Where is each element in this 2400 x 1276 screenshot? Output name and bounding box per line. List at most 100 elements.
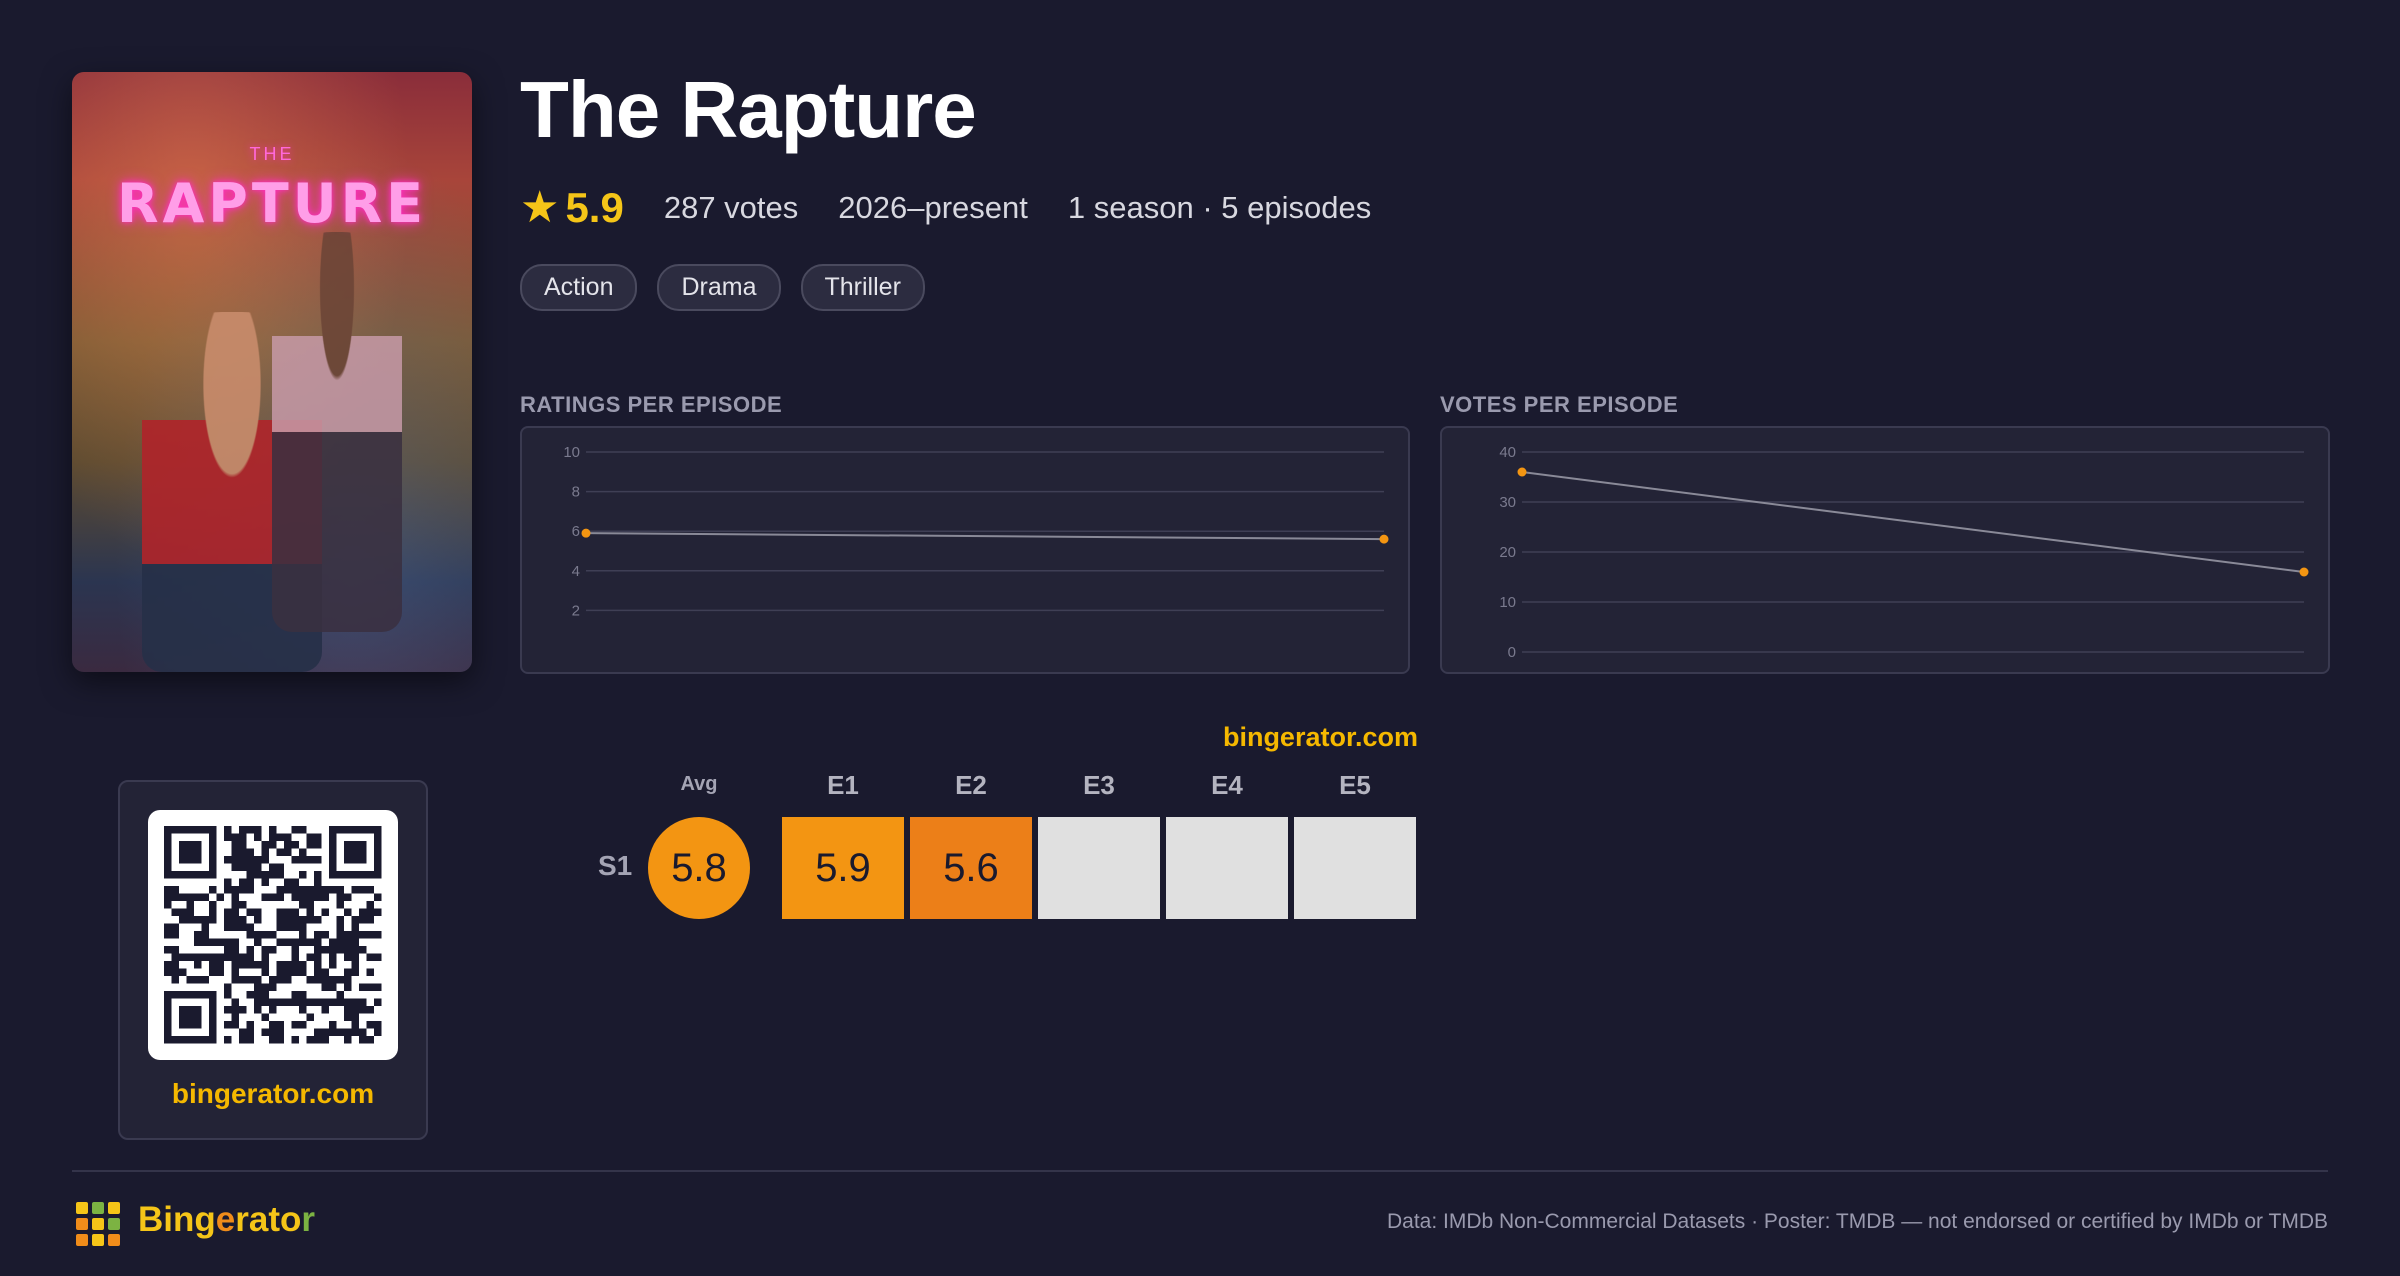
qr-module [321,976,329,984]
logo-square [76,1234,88,1246]
qr-module [231,893,239,901]
vote-count: 287 votes [663,189,799,225]
qr-module [209,968,217,976]
brand-name-part: Bing [138,1200,216,1239]
qr-module [306,901,314,909]
qr-module [306,893,314,901]
qr-module [321,886,329,894]
episode-cell-e4[interactable] [1166,817,1288,919]
qr-module [231,976,239,984]
qr-module [314,886,322,894]
qr-module [284,976,292,984]
qr-module [179,893,187,901]
qr-module [269,998,277,1006]
qr-module [314,1028,322,1036]
qr-module [366,908,374,916]
episode-cell-e2[interactable]: 5.6 [910,817,1032,919]
qr-module [231,886,239,894]
qr-module [284,878,292,886]
qr-module [231,841,239,849]
qr-module [314,961,322,969]
episode-cell-e1[interactable]: 5.9 [782,817,904,919]
brand-name-part: rato [235,1200,302,1239]
heatmap-site-label[interactable]: bingerator.com [1160,722,1418,753]
ratings-chart-svg: 2 4 6 8 10 [563,444,1389,619]
qr-module [254,916,262,924]
qr-caption[interactable]: bingerator.com [120,1078,426,1110]
qr-module [351,1013,359,1021]
qr-module [336,901,344,909]
episode-header-e4: E4 [1211,770,1243,800]
qr-module [314,856,322,864]
qr-module [261,841,269,849]
qr-module [201,976,209,984]
ratings-chart-tick-label: 2 [572,602,580,619]
qr-module [224,953,232,961]
qr-module [321,946,329,954]
qr-module [291,826,299,834]
qr-module [269,946,277,954]
qr-module [374,998,382,1006]
qr-module [261,991,269,999]
logo-square [108,1202,120,1214]
qr-module [329,998,337,1006]
qr-module [351,938,359,946]
qr-module [179,908,187,916]
qr-module [164,931,172,939]
genre-tag-drama[interactable]: Drama [657,264,781,311]
qr-module [351,1028,359,1036]
qr-module [276,908,284,916]
qr-module [351,961,359,969]
episode-cell-e3[interactable] [1038,817,1160,919]
qr-module [299,991,307,999]
qr-module [254,983,262,991]
votes-chart-point-e1[interactable] [1517,467,1527,477]
qr-module [194,953,202,961]
votes-chart-tick-label: 0 [1508,644,1516,661]
qr-module [246,953,254,961]
qr-module [254,991,262,999]
qr-module [231,863,239,871]
bingerator-logo-icon[interactable] [76,1202,120,1246]
qr-module [291,893,299,901]
genre-tag-action[interactable]: Action [520,264,638,311]
qr-module [269,983,277,991]
qr-module [314,998,322,1006]
genre-tag-thriller[interactable]: Thriller [800,264,925,311]
episode-cell-e5[interactable] [1294,817,1416,919]
ratings-chart-point-e1[interactable] [581,528,591,538]
show-title: The Rapture [520,65,977,154]
logo-square [92,1234,104,1246]
qr-module [314,938,322,946]
qr-module [246,856,254,864]
qr-module [246,1036,254,1044]
votes-chart-point-e2[interactable] [2299,567,2309,577]
qr-module [231,901,239,909]
qr-module [246,878,254,886]
qr-module [359,1028,367,1036]
qr-module [224,1021,232,1029]
qr-module [216,938,224,946]
votes-chart-svg: 0 10 20 30 40 [1499,444,2309,661]
qr-module [314,833,322,841]
qr-module [254,856,262,864]
qr-module [224,856,232,864]
ratings-chart-point-e2[interactable] [1379,534,1389,544]
qr-module [276,871,284,879]
qr-module [194,931,202,939]
qr-module [246,923,254,931]
qr-code[interactable] [148,810,398,1060]
qr-module [291,946,299,954]
qr-module [254,908,262,916]
qr-module [171,968,179,976]
qr-module [329,983,337,991]
qr-module [209,901,217,909]
qr-module [329,976,337,984]
qr-module [224,991,232,999]
qr-module [269,826,277,834]
brand-name[interactable]: Bingerator [138,1200,315,1240]
qr-module [351,953,359,961]
qr-module [321,1028,329,1036]
qr-module [359,886,367,894]
qr-module [231,848,239,856]
